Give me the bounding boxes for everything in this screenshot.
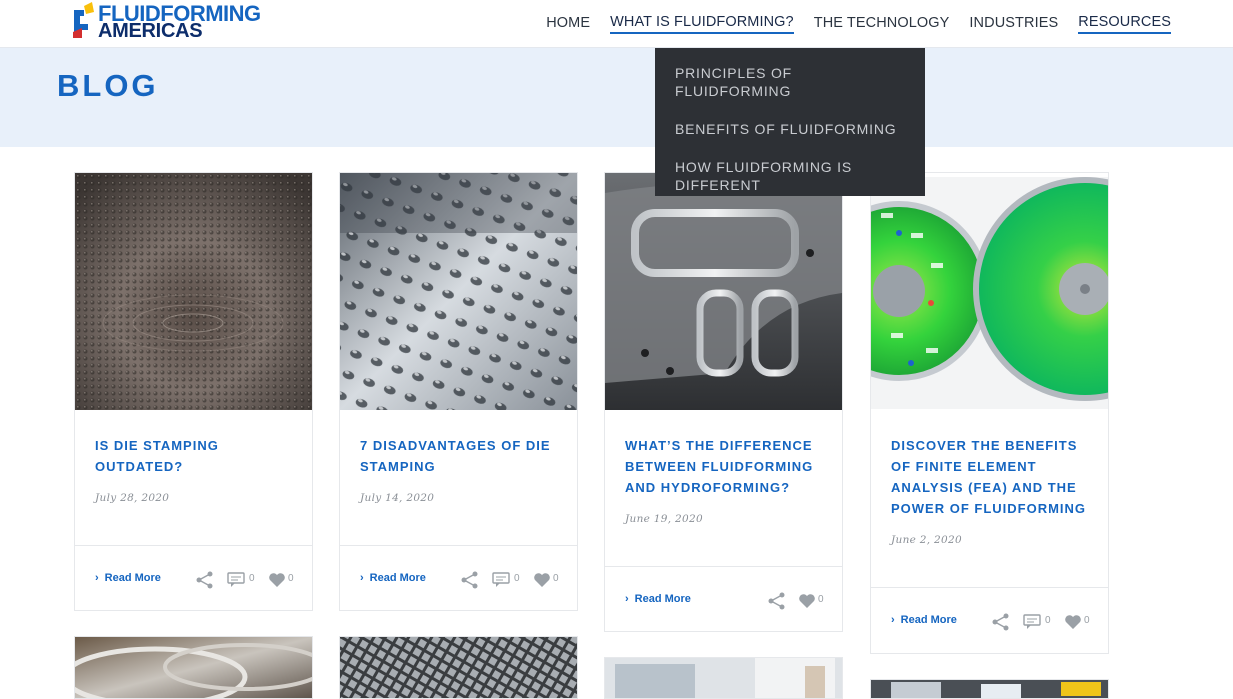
nav-industries[interactable]: INDUSTRIES [969, 15, 1058, 33]
blog-card-partial[interactable] [604, 657, 843, 699]
dimpled-metal-image [75, 173, 312, 410]
comment-icon[interactable] [1023, 614, 1041, 630]
post-footer: › Read More 0 0 [340, 545, 577, 611]
share-icon[interactable] [195, 571, 215, 589]
main-nav: HOME WHAT IS FLUIDFORMING? THE TECHNOLOG… [546, 0, 1171, 48]
nav-dropdown-menu: PRINCIPLES OF FLUIDFORMING BENEFITS OF F… [655, 48, 925, 196]
post-image-formed-part[interactable] [605, 173, 842, 410]
chevron-right-icon: › [891, 614, 895, 626]
site-logo[interactable]: FLUIDFORMING AMERICAS [70, 2, 290, 42]
dropdown-item-how-different[interactable]: HOW FLUIDFORMING IS DIFFERENT [655, 158, 925, 194]
blog-card: 7 DISADVANTAGES OF DIE STAMPING July 14,… [339, 172, 578, 611]
comment-icon[interactable] [492, 572, 510, 588]
post-title[interactable]: WHAT’S THE DIFFERENCE BETWEEN FLUIDFORMI… [625, 435, 825, 498]
post-footer: › Read More 0 [605, 566, 842, 632]
read-more-label: Read More [634, 593, 691, 605]
read-more-link[interactable]: › Read More [360, 572, 426, 584]
factory-photo-image [871, 680, 1108, 698]
blog-card-partial[interactable] [74, 636, 313, 699]
heart-icon[interactable] [798, 593, 816, 609]
heart-icon[interactable] [1064, 614, 1082, 630]
nav-resources[interactable]: RESOURCES [1078, 14, 1171, 34]
read-more-label: Read More [900, 614, 957, 626]
read-more-link[interactable]: › Read More [625, 593, 691, 605]
logo-text-secondary: AMERICAS [98, 20, 203, 42]
blog-card: IS DIE STAMPING OUTDATED? July 28, 2020 … [74, 172, 313, 611]
lab-photo-image [605, 658, 842, 698]
post-date: July 28, 2020 [95, 492, 170, 504]
chevron-right-icon: › [625, 593, 629, 605]
read-more-link[interactable]: › Read More [95, 572, 161, 584]
post-title[interactable]: DISCOVER THE BENEFITS OF FINITE ELEMENT … [891, 435, 1091, 519]
like-count: 0 [288, 573, 294, 584]
post-title[interactable]: IS DIE STAMPING OUTDATED? [95, 435, 295, 477]
post-title[interactable]: 7 DISADVANTAGES OF DIE STAMPING [360, 435, 560, 477]
blog-card: WHAT’S THE DIFFERENCE BETWEEN FLUIDFORMI… [604, 172, 843, 632]
share-icon[interactable] [460, 571, 480, 589]
chevron-right-icon: › [95, 572, 99, 584]
post-date: June 2, 2020 [891, 534, 962, 546]
share-icon[interactable] [991, 613, 1011, 631]
nav-what-is-fluidforming[interactable]: WHAT IS FLUIDFORMING? [610, 14, 794, 34]
read-more-link[interactable]: › Read More [891, 614, 957, 626]
metal-mesh-image [340, 637, 577, 698]
title-band [0, 48, 1233, 147]
dropdown-item-principles[interactable]: PRINCIPLES OF FLUIDFORMING [655, 64, 925, 100]
post-date: June 19, 2020 [625, 513, 703, 525]
read-more-label: Read More [369, 572, 426, 584]
fea-simulation-image [871, 173, 1108, 410]
post-image-dimpled-metal[interactable] [75, 173, 312, 410]
like-count: 0 [1084, 615, 1090, 626]
comment-count: 0 [514, 573, 520, 584]
dropdown-item-benefits[interactable]: BENEFITS OF FLUIDFORMING [655, 120, 925, 138]
heart-icon[interactable] [268, 572, 286, 588]
blog-card-partial[interactable] [339, 636, 578, 699]
post-footer: › Read More 0 0 [871, 587, 1108, 653]
post-image-fea-simulation[interactable] [871, 173, 1108, 410]
stacked-bowls-image [75, 637, 312, 698]
page-title: BLOG [57, 68, 159, 103]
like-count: 0 [553, 573, 559, 584]
post-image-perforated-metal[interactable] [340, 173, 577, 410]
formed-metal-part-image [605, 173, 842, 410]
comment-count: 0 [249, 573, 255, 584]
blog-card-partial[interactable] [870, 679, 1109, 699]
blog-card: DISCOVER THE BENEFITS OF FINITE ELEMENT … [870, 172, 1109, 654]
nav-the-technology[interactable]: THE TECHNOLOGY [814, 15, 950, 33]
read-more-label: Read More [104, 572, 161, 584]
like-count: 0 [818, 594, 824, 605]
post-footer: › Read More 0 0 [75, 545, 312, 611]
page: BLOG FLUIDFORMING AMERICAS HOME WHAT IS … [0, 0, 1233, 699]
share-icon[interactable] [767, 592, 787, 610]
perforated-metal-image [340, 173, 577, 410]
nav-home[interactable]: HOME [546, 15, 590, 33]
chevron-right-icon: › [360, 572, 364, 584]
comment-count: 0 [1045, 615, 1051, 626]
post-date: July 14, 2020 [360, 492, 435, 504]
site-header: FLUIDFORMING AMERICAS HOME WHAT IS FLUID… [0, 0, 1233, 48]
comment-icon[interactable] [227, 572, 245, 588]
heart-icon[interactable] [533, 572, 551, 588]
